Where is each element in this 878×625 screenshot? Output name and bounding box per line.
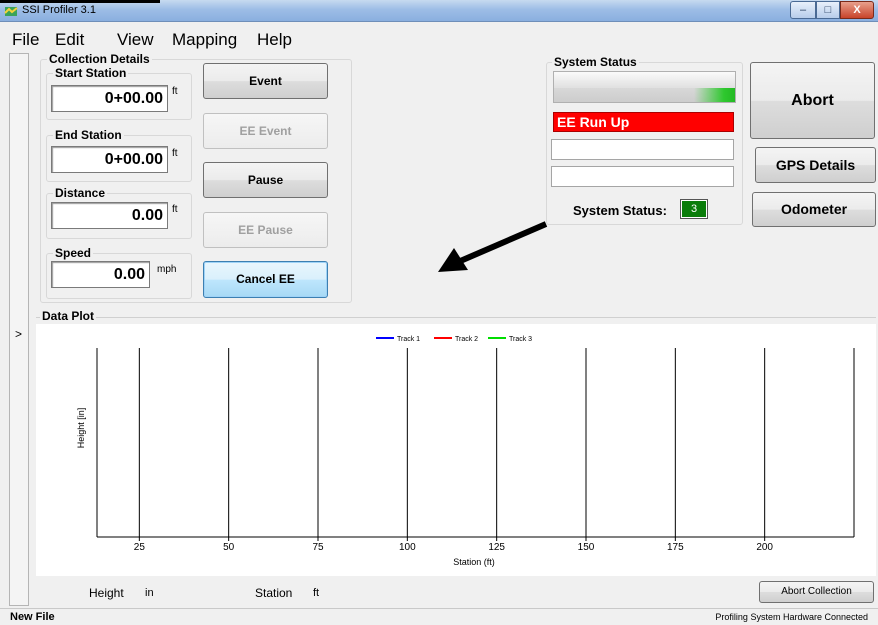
collection-details-title: Collection Details [47,52,152,66]
title-bar-accent [0,0,160,3]
system-status-label: System Status: [573,203,667,218]
chart-x-tick-label: 75 [312,542,324,553]
start-station-label: Start Station [53,66,129,80]
menu-bar: File Edit View Mapping Help [0,28,878,50]
chart-y-axis-label: Height [in] [76,408,86,449]
chart-legend-label: Track 3 [509,336,532,343]
height-label: Height [89,586,124,600]
side-panel-toggle[interactable]: > [9,53,29,606]
end-station-unit: ft [172,148,178,159]
end-station-label: End Station [53,128,124,142]
speed-value: 0.00 [51,261,150,288]
chart-x-tick-label: 175 [667,542,684,553]
chart-legend-label: Track 2 [455,336,478,343]
minimize-button[interactable]: – [790,1,816,19]
menu-file[interactable]: File [12,30,39,50]
distance-unit: ft [172,204,178,215]
system-status-value: 3 [682,201,706,217]
gps-details-button[interactable]: GPS Details [755,147,876,183]
speed-unit: mph [157,264,177,275]
station-unit: ft [313,587,320,599]
menu-help[interactable]: Help [257,30,292,50]
abort-button[interactable]: Abort [750,62,875,139]
window-title: SSI Profiler 3.1 [22,4,96,16]
status-field-1 [551,139,734,160]
distance-label: Distance [53,186,108,200]
menu-edit[interactable]: Edit [55,30,84,50]
close-button[interactable]: X [840,1,874,19]
chart-x-tick-label: 100 [399,542,416,553]
cancel-ee-button[interactable]: Cancel EE [203,261,328,298]
chart-x-tick-label: 200 [756,542,773,553]
status-message-box: EE Run Up [553,112,734,132]
abort-collection-button[interactable]: Abort Collection [759,581,874,603]
data-plot-chart: 25 50 75 100 125 150 175 200 Track 1 Track 2 Trac… [76,336,855,567]
chart-x-tick-label: 125 [488,542,505,553]
station-label: Station [255,586,293,600]
status-hardware: Profiling System Hardware Connected [715,612,868,622]
status-message: EE Run Up [557,114,630,130]
data-plot-title: Data Plot [40,309,97,323]
speed-label: Speed [53,246,94,260]
chart-legend-label: Track 1 [397,336,420,343]
maximize-button[interactable]: □ [816,1,840,19]
menu-view[interactable]: View [117,30,154,50]
start-station-value: 0+00.00 [51,85,168,112]
chart-gridlines [96,348,855,537]
pointer-arrow-icon [438,221,548,272]
status-file-name: New File [10,611,55,623]
ee-event-button[interactable]: EE Event [203,113,328,149]
menu-mapping[interactable]: Mapping [172,30,237,50]
app-window: SSI Profiler 3.1 – □ X File Edit View Ma… [0,0,878,625]
chart-x-tick-label: 150 [578,542,595,553]
end-station-value: 0+00.00 [51,146,168,173]
height-unit: in [145,587,154,599]
app-icon [4,7,18,16]
pause-button[interactable]: Pause [203,162,328,198]
system-status-indicator: 3 [680,199,708,219]
status-bar: New File Profiling System Hardware Conne… [0,608,878,625]
status-field-2 [551,166,734,187]
chart-legend: Track 1 Track 2 Track 3 [376,336,532,343]
distance-value: 0.00 [51,202,168,229]
system-status-title: System Status [552,55,639,69]
chart-x-tick-label: 25 [134,542,146,553]
data-plot-divider [36,317,876,318]
odometer-button[interactable]: Odometer [752,192,876,227]
expand-arrow-icon: > [15,327,23,341]
start-station-unit: ft [172,86,178,97]
readout-bar: Height in Station ft Abort Collection [36,577,876,605]
chart-x-axis-label: Station (ft) [453,557,495,567]
event-button[interactable]: Event [203,63,328,99]
status-progress-bar [553,71,736,103]
ee-pause-button[interactable]: EE Pause [203,212,328,248]
chart-x-ticks: 25 50 75 100 125 150 175 200 [134,537,773,553]
title-bar[interactable]: SSI Profiler 3.1 – □ X [0,0,878,22]
data-plot-area: 25 50 75 100 125 150 175 200 Track 1 Track 2 Trac… [36,324,876,576]
chart-x-tick-label: 50 [223,542,235,553]
